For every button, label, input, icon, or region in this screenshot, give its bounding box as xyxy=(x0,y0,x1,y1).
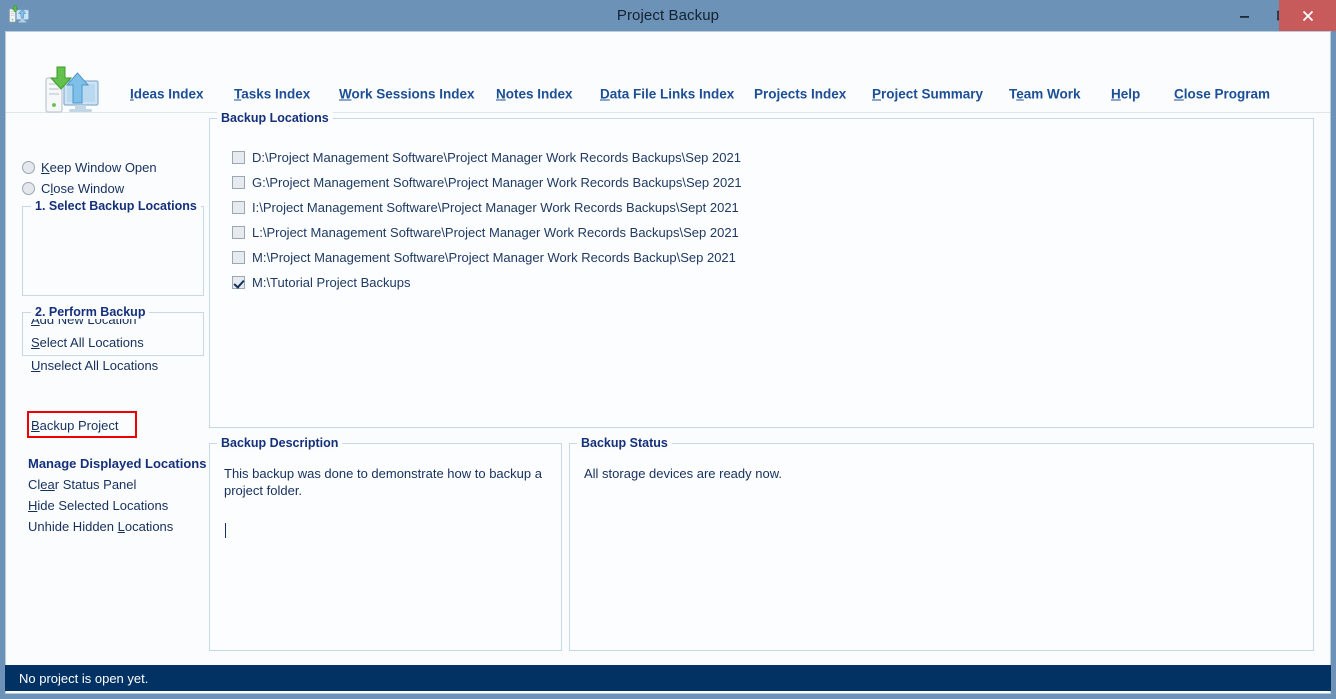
link-unhide-hidden-locations[interactable]: Unhide Hidden Locations xyxy=(28,519,173,534)
checkbox-indicator xyxy=(232,250,245,264)
checkbox-indicator xyxy=(232,175,245,189)
menu-item-work-sessions-index[interactable]: Work Sessions Index xyxy=(339,87,475,102)
checkbox-indicator xyxy=(232,150,245,164)
status-bar: No project is open yet. xyxy=(5,665,1331,691)
group-legend: 1. Select Backup Locations xyxy=(31,199,201,213)
link-hide-selected-locations[interactable]: Hide Selected Locations xyxy=(28,498,168,513)
backup-description-text[interactable]: This backup was done to demonstrate how … xyxy=(224,465,544,499)
menu-item-projects-index[interactable]: Projects Index xyxy=(754,87,846,102)
menu-toolbar: Ideas Index Tasks Index Work Sessions In… xyxy=(6,32,1330,113)
radio-label: Close Window xyxy=(41,180,125,196)
radio-indicator xyxy=(22,160,35,174)
close-button[interactable] xyxy=(1279,0,1336,31)
menu-item-data-file-links-index[interactable]: Data File Links Index xyxy=(600,87,734,102)
location-checkbox-row[interactable]: I:\Project Management Software\Project M… xyxy=(232,198,739,216)
menu-item-ideas-index[interactable]: Ideas Index xyxy=(130,87,204,102)
status-bar-message: No project is open yet. xyxy=(19,670,149,686)
location-label: D:\Project Management Software\Project M… xyxy=(252,149,741,165)
location-checkbox-row[interactable]: L:\Project Management Software\Project M… xyxy=(232,223,739,241)
group-select-backup-locations: 1. Select Backup Locations xyxy=(22,199,204,296)
group-perform-backup: 2. Perform Backup xyxy=(22,305,204,356)
link-unselect-all-locations[interactable]: Unselect All Locations xyxy=(31,358,158,373)
title-bar: Project Backup xyxy=(0,0,1336,31)
checkbox-indicator xyxy=(232,275,245,289)
text-caret xyxy=(225,523,226,538)
backup-description-panel[interactable]: Backup Description This backup was done … xyxy=(209,436,562,651)
location-label: M:\Tutorial Project Backups xyxy=(252,274,411,290)
minimize-icon xyxy=(1239,16,1249,18)
panel-legend: Backup Description xyxy=(217,436,343,450)
backup-locations-panel: Backup Locations D:\Project Management S… xyxy=(209,111,1314,428)
checkbox-indicator xyxy=(232,225,245,239)
location-label: I:\Project Management Software\Project M… xyxy=(252,199,739,215)
sidebar: Keep Window Open Close Window 1. Select … xyxy=(6,114,214,672)
radio-close-window[interactable]: Close Window xyxy=(22,179,124,197)
radio-indicator xyxy=(22,181,35,195)
menu-item-project-summary[interactable]: Project Summary xyxy=(872,87,983,102)
group-legend: 2. Perform Backup xyxy=(31,305,150,319)
minimize-button[interactable] xyxy=(1225,0,1263,31)
menu-item-team-work[interactable]: Team Work xyxy=(1009,87,1081,102)
location-label: G:\Project Management Software\Project M… xyxy=(252,174,742,190)
panel-legend: Backup Status xyxy=(577,436,672,450)
location-checkbox-row[interactable]: M:\Project Management Software\Project M… xyxy=(232,248,736,266)
menu-item-notes-index[interactable]: Notes Index xyxy=(496,87,573,102)
menu-item-tasks-index[interactable]: Tasks Index xyxy=(234,87,310,102)
location-label: L:\Project Management Software\Project M… xyxy=(252,224,739,240)
close-icon xyxy=(1302,10,1313,21)
client-area: Ideas Index Tasks Index Work Sessions In… xyxy=(5,31,1331,694)
application-window: Project Backup Ideas Index Tasks Index W… xyxy=(0,0,1336,699)
menu-item-help[interactable]: Help xyxy=(1111,87,1140,102)
link-backup-project[interactable]: Backup Project xyxy=(31,418,118,433)
backup-status-panel: Backup Status All storage devices are re… xyxy=(569,436,1314,651)
menu-item-close-program[interactable]: Close Program xyxy=(1174,87,1270,102)
computer-backup-logo-icon xyxy=(42,66,104,118)
window-title: Project Backup xyxy=(616,7,720,24)
checkbox-indicator xyxy=(232,200,245,214)
radio-label: Keep Window Open xyxy=(41,159,157,175)
location-checkbox-row[interactable]: D:\Project Management Software\Project M… xyxy=(232,148,741,166)
location-checkbox-row[interactable]: G:\Project Management Software\Project M… xyxy=(232,173,742,191)
location-checkbox-row[interactable]: M:\Tutorial Project Backups xyxy=(232,273,410,291)
location-label: M:\Project Management Software\Project M… xyxy=(252,249,736,265)
link-clear-status-panel[interactable]: Clear Status Panel xyxy=(28,477,136,492)
radio-keep-window-open[interactable]: Keep Window Open xyxy=(22,158,157,176)
manage-displayed-locations-heading: Manage Displayed Locations xyxy=(28,456,207,471)
panel-legend: Backup Locations xyxy=(217,111,333,125)
backup-status-text: All storage devices are ready now. xyxy=(584,466,782,481)
